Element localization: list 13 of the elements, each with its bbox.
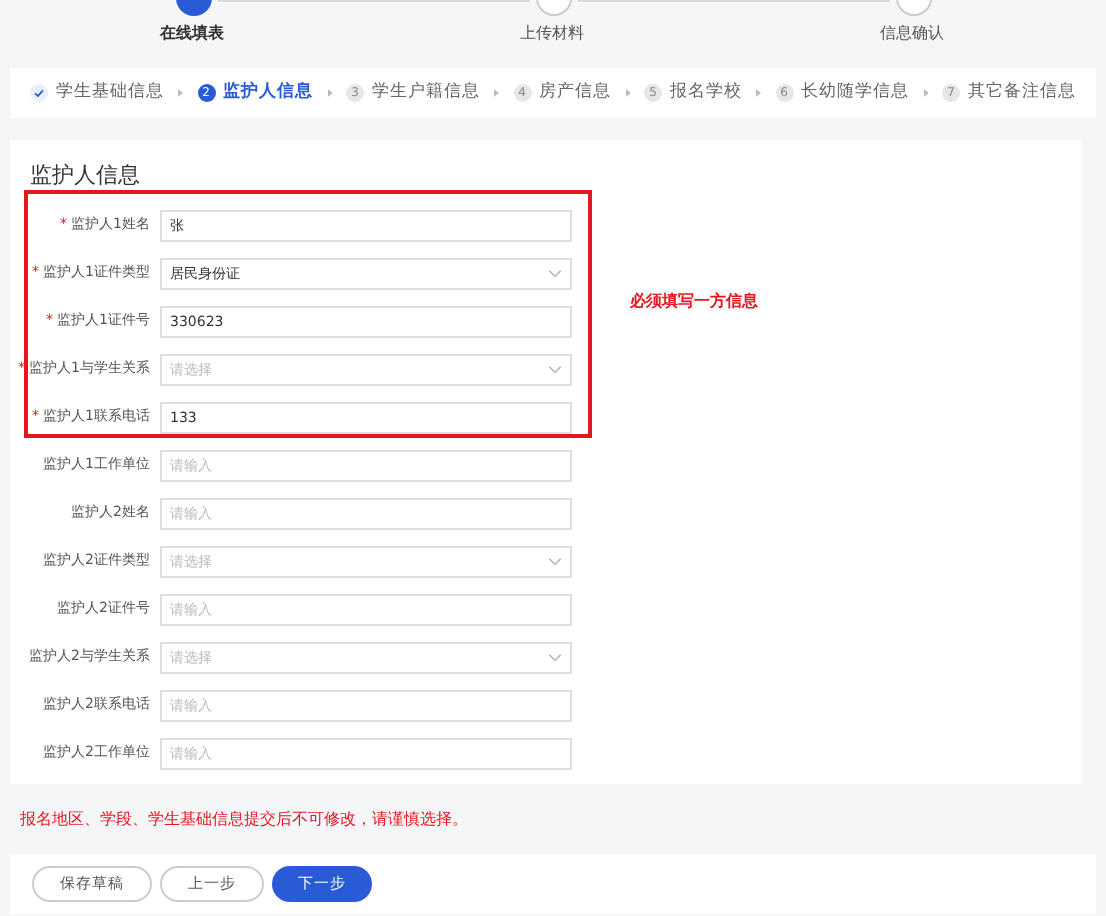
sub-step-tab[interactable]: 监护人信息	[223, 80, 313, 106]
sub-step-tab[interactable]: 学生户籍信息	[372, 80, 480, 106]
sub-step-tab[interactable]: 报名学校	[670, 80, 742, 106]
step-label: 信息确认	[880, 22, 944, 46]
step-label: 上传材料	[520, 22, 584, 46]
sub-step-tab[interactable]: 其它备注信息	[968, 80, 1076, 106]
section-title: 监护人信息	[28, 160, 142, 192]
warning-text: 报名地区、学段、学生基础信息提交后不可修改，请谨慎选择。	[18, 808, 470, 832]
sub-step-tab[interactable]: 学生基础信息	[56, 80, 164, 106]
step-label: 在线填表	[160, 22, 224, 46]
note-text: 必须填写一方信息	[630, 290, 758, 314]
sub-step-tab[interactable]: 长幼随学信息	[801, 80, 909, 106]
sub-step-tab[interactable]: 房产信息	[539, 80, 611, 106]
